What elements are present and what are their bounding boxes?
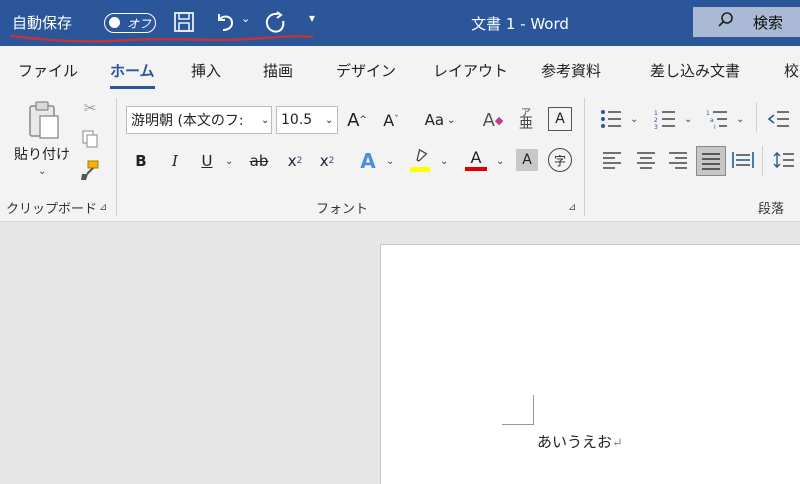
font-name-field[interactable]: 游明朝 (本文のフ: ⌄ (126, 106, 272, 134)
multilevel-list-icon[interactable]: 1ai (704, 106, 730, 132)
enclose-characters-icon[interactable]: 字 (548, 148, 572, 172)
search-label: 検索 (753, 13, 784, 32)
undo-dropdown-icon[interactable]: ⌄ (241, 12, 250, 25)
character-border-icon[interactable]: A (548, 107, 572, 131)
align-center-icon[interactable] (634, 148, 658, 172)
toggle-state-text: オフ (127, 17, 152, 31)
tab-file[interactable]: ファイル (18, 60, 78, 81)
font-color-dropdown-icon[interactable]: ⌄ (496, 156, 504, 167)
customize-quick-access-icon[interactable]: ▾ (309, 11, 315, 25)
superscript-icon[interactable]: x2 (316, 148, 338, 174)
tab-mailings[interactable]: 差し込み文書 (650, 60, 740, 81)
underline-icon[interactable]: U (196, 148, 218, 174)
highlight-icon[interactable] (406, 146, 434, 174)
group-divider (116, 98, 117, 216)
chevron-down-icon: ⌄ (261, 114, 270, 126)
svg-text:a: a (710, 117, 714, 124)
autosave-label: 自動保存 (12, 13, 73, 32)
clear-formatting-icon[interactable]: A ◆ (480, 106, 506, 134)
line-spacing-icon[interactable] (772, 148, 796, 172)
paste-dropdown-icon[interactable]: ⌄ (38, 166, 46, 177)
margin-corner-mark (502, 395, 534, 425)
clipboard-launcher-icon[interactable]: ⊿ (99, 202, 107, 213)
svg-text:3: 3 (654, 124, 658, 129)
text-effects-dropdown-icon[interactable]: ⌄ (386, 156, 394, 167)
tab-design[interactable]: デザイン (336, 60, 396, 81)
align-left-icon[interactable] (600, 148, 624, 172)
toggle-knob (109, 17, 120, 28)
change-case-button[interactable]: Aa ⌄ (418, 106, 462, 134)
document-page[interactable]: あいうえお↵ (380, 244, 800, 484)
copy-icon[interactable] (80, 128, 100, 150)
svg-text:i: i (714, 124, 716, 129)
autosave-toggle[interactable]: オフ (104, 13, 156, 33)
search-box[interactable]: 検索 (693, 7, 800, 37)
group-divider (584, 98, 585, 216)
group-divider (756, 102, 757, 132)
numbering-dropdown-icon[interactable]: ⌄ (684, 114, 692, 125)
distributed-icon[interactable] (730, 148, 756, 172)
grow-font-icon[interactable]: A ^ (344, 106, 370, 134)
paragraph-group-label: 段落 (758, 202, 785, 217)
justify-icon[interactable] (696, 146, 726, 176)
title-bar: 自動保存 オフ ⌄ ▾ 文書 1 - Word 検索 (0, 0, 800, 46)
search-icon (717, 11, 735, 33)
numbering-icon[interactable]: 123 (652, 106, 678, 132)
ribbon-home: 貼り付け ⌄ ✂ クリップボード ⊿ 游明朝 (本文のフ: ⌄ 10.5 ⌄ A… (0, 92, 800, 222)
format-painter-icon[interactable] (78, 158, 102, 182)
decrease-indent-icon[interactable] (766, 106, 792, 132)
change-case-label: Aa (424, 111, 445, 129)
bold-icon[interactable]: B (130, 148, 152, 174)
cut-icon[interactable]: ✂ (80, 98, 100, 118)
tab-review[interactable]: 校 (784, 60, 799, 81)
bullets-icon[interactable] (598, 106, 624, 132)
align-right-icon[interactable] (666, 148, 690, 172)
font-group-label: フォント (316, 202, 369, 217)
multilevel-dropdown-icon[interactable]: ⌄ (736, 114, 744, 125)
tab-draw[interactable]: 描画 (263, 60, 293, 81)
paste-label[interactable]: 貼り付け (12, 144, 72, 164)
text-effects-icon[interactable]: A (356, 148, 380, 174)
strikethrough-icon[interactable]: ab (246, 148, 272, 174)
group-divider (762, 146, 763, 176)
bullets-dropdown-icon[interactable]: ⌄ (630, 114, 638, 125)
clipboard-group-label: クリップボード (6, 202, 98, 217)
tab-layout[interactable]: レイアウト (433, 60, 508, 81)
tab-insert[interactable]: 挿入 (191, 60, 221, 81)
svg-text:1: 1 (706, 110, 710, 117)
red-annotation-underline (10, 34, 314, 43)
font-name-value: 游明朝 (本文のフ: (131, 113, 244, 129)
ribbon-tabs: ファイル ホーム 挿入 描画 デザイン レイアウト 参考資料 差し込み文書 校 (0, 46, 800, 92)
document-title: 文書 1 - Word (471, 14, 569, 33)
shrink-font-icon[interactable]: Aˇ (378, 106, 404, 134)
phonetic-guide-icon[interactable]: ア亜 (514, 104, 538, 134)
font-size-field[interactable]: 10.5 ⌄ (276, 106, 338, 134)
subscript-icon[interactable]: x2 (284, 148, 306, 174)
highlight-dropdown-icon[interactable]: ⌄ (440, 156, 448, 167)
paste-icon[interactable] (24, 98, 64, 142)
tab-references[interactable]: 参考資料 (541, 60, 601, 81)
save-icon[interactable] (173, 11, 195, 33)
underline-dropdown-icon[interactable]: ⌄ (225, 156, 233, 167)
document-body-text[interactable]: あいうえお↵ (537, 431, 623, 452)
chevron-down-icon: ⌄ (325, 114, 334, 126)
font-size-value: 10.5 (281, 112, 313, 128)
font-color-icon[interactable]: A (462, 146, 490, 174)
paragraph-mark-icon: ↵ (612, 436, 623, 451)
character-shading-icon[interactable]: A (516, 149, 538, 171)
svg-text:2: 2 (654, 117, 658, 124)
svg-text:1: 1 (654, 110, 658, 117)
document-canvas[interactable]: あいうえお↵ (0, 222, 800, 484)
italic-icon[interactable]: I (164, 148, 186, 174)
document-text: あいうえお (537, 433, 613, 451)
tab-home[interactable]: ホーム (110, 60, 155, 89)
font-launcher-icon[interactable]: ⊿ (568, 202, 576, 213)
